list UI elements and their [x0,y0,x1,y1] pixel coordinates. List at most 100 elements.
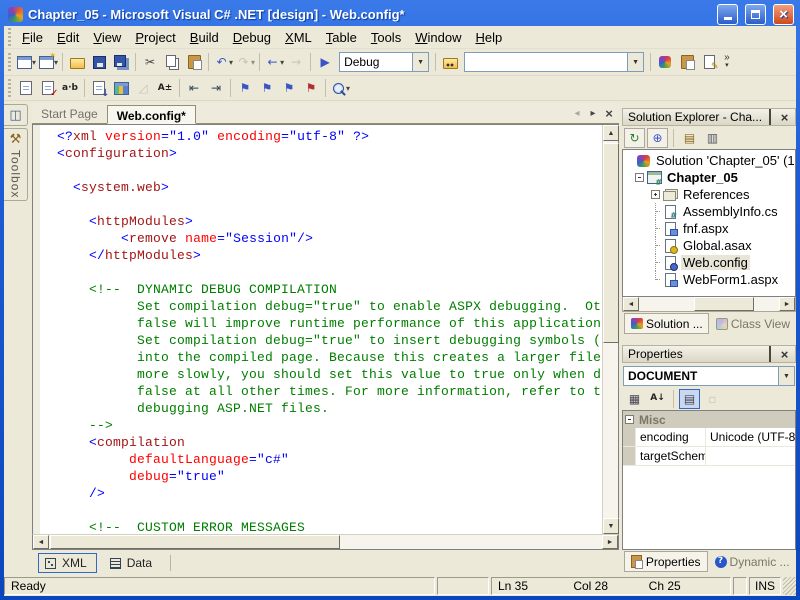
menubar-grip[interactable] [8,28,11,46]
minimize-button[interactable] [717,4,738,25]
tab-web-config[interactable]: Web.config* [107,105,196,124]
format-selection-button[interactable] [37,77,59,99]
combo-dropdown-icon[interactable]: ▼ [412,53,428,71]
paste-button[interactable] [183,51,205,73]
tree-scroll-right-button[interactable] [779,297,795,311]
font-size-button[interactable]: A± [154,77,176,99]
tree-item-web-config[interactable]: Web.config [623,254,795,271]
tree-item-assemblyinfo-cs[interactable]: AssemblyInfo.cs [623,203,795,220]
find-combo[interactable]: ▼ [464,52,644,72]
toolbar-overflow-button[interactable]: »▾ [724,54,730,70]
toolbox-window-button[interactable] [698,51,720,73]
menu-window[interactable]: Window [408,28,468,47]
validate-xml-button[interactable] [110,77,132,99]
redo-button[interactable]: ↷▾ [234,51,256,73]
property-pages-button[interactable]: ▫ [702,389,723,409]
resize-grip[interactable] [783,577,796,595]
increase-indent-button[interactable]: ⇥ [205,77,227,99]
menu-view[interactable]: View [86,28,128,47]
vertical-scroll-thumb[interactable] [603,143,619,343]
scroll-tabs-left-button[interactable] [570,106,584,120]
tab-class-view[interactable]: Class View [709,313,796,334]
menu-table[interactable]: Table [319,28,364,47]
tree-item-fnf-aspx[interactable]: fnf.aspx [623,220,795,237]
tree-item-global-asax[interactable]: Global.asax [623,237,795,254]
collapse-minus-icon[interactable] [635,173,644,182]
collapse-minus-icon[interactable] [625,415,634,424]
expand-plus-icon[interactable] [651,190,660,199]
tab-solution[interactable]: Solution ... [624,313,709,334]
tab-start-page[interactable]: Start Page [32,104,107,123]
add-new-item-button[interactable]: ▾ [37,51,59,73]
server-explorer-tab[interactable]: ◫ [4,104,28,126]
next-bookmark-button[interactable]: ⚑ [256,77,278,99]
combo-dropdown-icon[interactable]: ▼ [627,53,643,71]
view-tab-xml[interactable]: XML [38,553,97,573]
create-schema-button[interactable] [88,77,110,99]
code-editor[interactable]: <?xml version="1.0" encoding="utf-8" ?><… [33,125,602,534]
menu-project[interactable]: Project [128,28,182,47]
toolbox-tab[interactable]: ⚒ Toolbox [4,128,28,201]
tree-item-references[interactable]: References [623,186,795,203]
close-document-button[interactable] [602,106,616,120]
toolbar-grip[interactable] [8,79,11,97]
object-selector-combo[interactable]: DOCUMENT ▼ [623,366,795,386]
close-button[interactable] [773,4,794,25]
scroll-left-button[interactable] [33,535,49,549]
tree-scroll-left-button[interactable] [623,297,639,311]
properties-button[interactable]: ▥ [702,128,723,148]
tree-item-solution-chapter-05-1-project[interactable]: Solution 'Chapter_05' (1 project) [623,152,795,169]
property-row[interactable]: encodingUnicode (UTF-8) [623,428,795,447]
find-in-files-button[interactable] [439,51,461,73]
navigate-backward-button[interactable]: ←▾ [263,51,285,73]
solution-explorer-close-button[interactable] [777,110,792,124]
clear-bookmarks-button[interactable]: ⚑ [300,77,322,99]
combo-dropdown-icon[interactable]: ▼ [778,367,794,385]
menu-edit[interactable]: Edit [50,28,86,47]
properties-title-bar[interactable]: Properties [622,345,796,363]
open-file-button[interactable] [66,51,88,73]
web-search-button[interactable]: ▾ [329,77,351,99]
toolbar-grip[interactable] [8,53,11,71]
view-tab-data[interactable]: Data [103,553,162,573]
run-query-button[interactable]: ◿ [132,77,154,99]
property-row[interactable]: targetSchema [623,447,795,466]
tree-item-webform1-aspx[interactable]: WebForm1.aspx [623,271,795,288]
menu-file[interactable]: File [15,28,50,47]
properties-view-button[interactable]: ▤ [679,389,700,409]
word-wrap-button[interactable]: a·b [59,77,81,99]
show-all-files-button[interactable]: ▤ [679,128,700,148]
alphabetical-button[interactable]: A↓ [647,389,668,409]
copy-project-button[interactable]: ⊕ [647,128,668,148]
decrease-indent-button[interactable]: ⇤ [183,77,205,99]
menu-help[interactable]: Help [468,28,509,47]
menu-build[interactable]: Build [183,28,226,47]
navigate-forward-button[interactable]: → [285,51,307,73]
menu-xml[interactable]: XML [278,28,319,47]
tree-item-chapter-05[interactable]: Chapter_05 [623,169,795,186]
undo-button[interactable]: ↶▾ [212,51,234,73]
scroll-down-button[interactable] [603,518,619,534]
properties-close-button[interactable] [777,347,792,361]
tree-scroll-thumb[interactable] [694,297,754,311]
solution-configurations-combo[interactable]: Debug▼ [339,52,429,72]
menu-debug[interactable]: Debug [226,28,278,47]
categorized-button[interactable]: ▦ [624,389,645,409]
refresh-button[interactable]: ↻ [624,128,645,148]
solution-explorer-window-button[interactable] [654,51,676,73]
save-all-button[interactable] [110,51,132,73]
format-document-button[interactable] [15,77,37,99]
save-button[interactable] [88,51,110,73]
category-row[interactable]: Misc [623,411,795,428]
start-debug-button[interactable]: ▶ [314,51,336,73]
pin-button[interactable] [762,110,777,124]
title-bar[interactable]: Chapter_05 - Microsoft Visual C# .NET [d… [4,0,796,26]
properties-window-button[interactable] [676,51,698,73]
scroll-tabs-right-button[interactable] [586,106,600,120]
solution-explorer-title-bar[interactable]: Solution Explorer - Cha... [622,108,796,126]
maximize-button[interactable] [745,4,766,25]
pin-button[interactable] [762,347,777,361]
tab-properties[interactable]: Properties [624,551,708,572]
menu-tools[interactable]: Tools [364,28,408,47]
scroll-right-button[interactable] [602,535,618,549]
